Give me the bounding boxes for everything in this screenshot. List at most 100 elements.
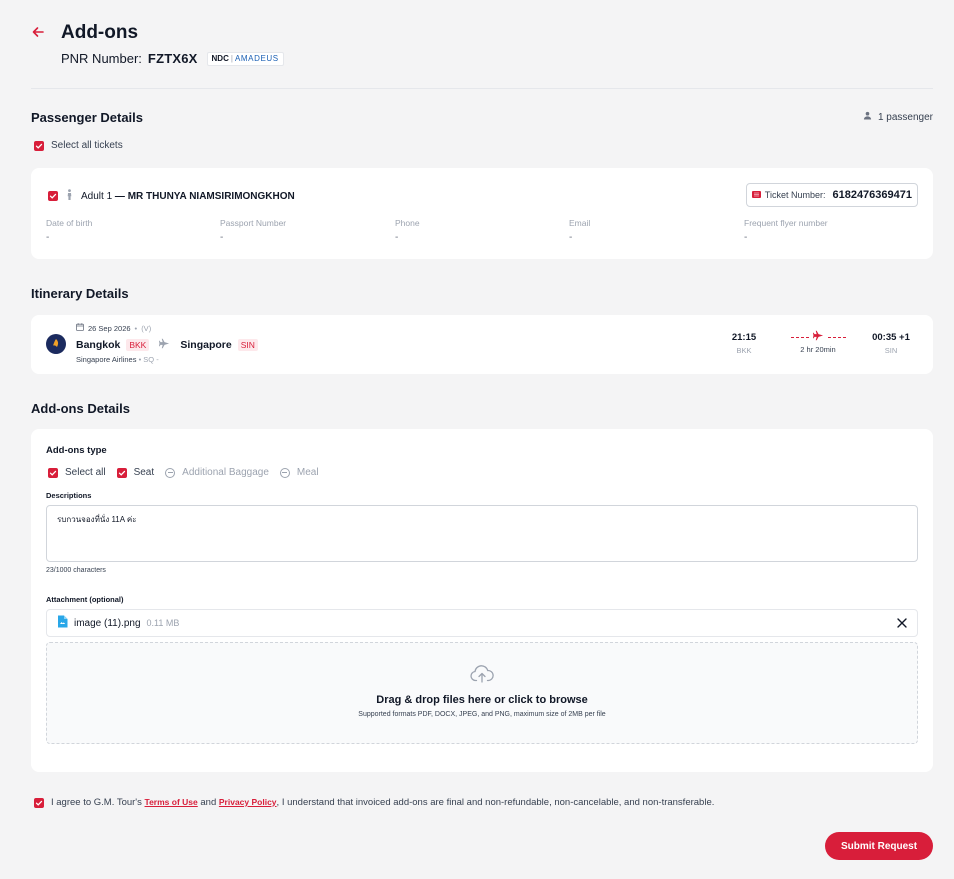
attached-file: image (11).png 0.11 MB [46,609,918,637]
option-select-all-checkbox[interactable] [48,467,58,478]
flight-date: 26 Sep 2026 [88,323,131,333]
arrival-time: 00:35 +1 [872,332,910,343]
calendar-icon [76,323,84,333]
file-name: image (11).png [74,617,141,629]
privacy-policy-link[interactable]: Privacy Policy [219,797,277,807]
option-seat-label: Seat [133,467,155,478]
terms-of-use-link[interactable]: Terms of Use [145,797,198,807]
file-size: 0.11 MB [146,618,180,628]
flight-code: SQ - [143,355,159,364]
check-icon [35,800,43,806]
booking-class: (V) [141,323,152,333]
dropzone-subtitle: Supported formats PDF, DOCX, JPEG, and P… [358,711,606,718]
option-meal[interactable]: Meal [279,467,319,478]
arrival-code: SIN [884,346,898,355]
passenger-name: MR THUNYA NIAMSIRIMONGKHON [127,190,295,202]
passenger-card [31,168,933,259]
ticket-icon [751,190,761,200]
option-additional-baggage-checkbox[interactable] [165,467,176,478]
flight-route: Bangkok BKK Singapore SIN [76,338,258,352]
agreement-prefix: I agree to G.M. Tour's [51,797,142,808]
dob-value: - [46,232,50,243]
header-divider [31,88,933,89]
ndc-label: NDC [211,54,229,63]
ticket-number-label: Ticket Number: [764,190,826,200]
pnr-value: FZTX6X [147,51,198,66]
passenger-section-title: Passenger Details [31,110,144,125]
person-icon [66,189,73,203]
passport-label: Passport Number [220,218,287,228]
origin-code: BKK [126,339,150,351]
pnr-row: PNR Number: FZTX6X NDC | AMADEUS [61,51,284,66]
email-value: - [569,232,573,243]
origin-city: Bangkok [76,339,121,351]
passenger-name-row[interactable]: Adult 1 — MR THUNYA NIAMSIRIMONGKHON [48,189,295,203]
option-additional-baggage-label: Additional Baggage [182,467,269,478]
option-select-all-label: Select all [65,467,106,478]
dob-label: Date of birth [46,218,93,228]
agreement-row: I agree to G.M. Tour's Terms of Use and … [34,797,714,808]
select-all-tickets-label: Select all tickets [51,140,123,151]
airline-logo [46,334,66,354]
email-label: Email [569,218,591,228]
dropzone-title: Drag & drop files here or click to brows… [376,694,588,706]
passenger-count: 1 passenger [863,111,933,123]
airline-info: Singapore Airlines • SQ - [76,355,159,364]
check-icon [35,143,43,149]
ticket-number-box: Ticket Number: 6182476369471 [745,183,918,207]
passport-value: - [220,232,224,243]
char-count: 23/1000 characters [46,567,106,574]
airline-name: Singapore Airlines [76,355,137,364]
option-additional-baggage[interactable]: Additional Baggage [165,467,269,478]
plane-icon [812,328,824,346]
phone-value: - [395,232,399,243]
select-all-tickets[interactable]: Select all tickets [34,140,123,151]
phone-label: Phone [395,218,420,228]
flight-duration: 2 hr 20min [788,328,848,354]
ticket-number-value: 6182476369471 [832,189,912,201]
gds-label: AMADEUS [234,54,279,63]
back-arrow-icon[interactable] [31,25,45,43]
option-select-all[interactable]: Select all [48,467,106,478]
frequent-flyer-value: - [744,232,748,243]
flight-date-row: 26 Sep 2026 • (V) [76,323,151,333]
file-icon [57,615,68,631]
itinerary-section-title: Itinerary Details [31,286,129,301]
departure-time: 21:15 [731,332,757,343]
plane-icon [159,338,170,352]
ndc-amadeus-badge: NDC | AMADEUS [206,51,284,66]
description-textarea[interactable]: รบกวนจองที่นั่ง 11A ค่ะ [46,505,918,562]
upload-cloud-icon [470,665,494,688]
close-icon[interactable] [897,618,907,628]
addons-type-label: Add-ons type [46,445,107,456]
option-seat-checkbox[interactable] [116,467,127,478]
user-icon [863,111,872,123]
check-icon [118,470,125,476]
attachment-label: Attachment (optional) [46,595,124,604]
arrival-block: 00:35 +1 SIN [866,332,916,355]
file-dropzone[interactable]: Drag & drop files here or click to brows… [46,642,918,744]
departure-block: 21:15 BKK [726,332,762,355]
passenger-type: Adult 1 [81,190,113,202]
option-meal-label: Meal [296,467,319,478]
pnr-label: PNR Number: [61,51,142,66]
submit-request-button[interactable]: Submit Request [825,832,933,860]
passenger-checkbox[interactable] [48,191,58,201]
option-meal-checkbox[interactable] [279,467,290,478]
select-all-tickets-checkbox[interactable] [34,140,44,151]
agreement-checkbox[interactable] [34,797,44,808]
frequent-flyer-label: Frequent flyer number [744,218,828,228]
agreement-suffix: , I understand that invoiced add-ons are… [276,797,715,808]
check-icon [49,470,57,476]
page-title: Add-ons [61,22,139,43]
check-icon [49,193,57,199]
option-seat[interactable]: Seat [116,467,155,478]
destination-code: SIN [237,339,258,351]
passenger-count-text: 1 passenger [877,111,933,123]
destination-city: Singapore [180,339,232,351]
duration-text: 2 hr 20min [800,345,836,354]
description-label: Descriptions [46,491,92,500]
addons-options: Select all Seat Additional Baggage Meal [48,467,324,478]
departure-code: BKK [736,346,752,355]
addons-section-title: Add-ons Details [31,401,130,416]
